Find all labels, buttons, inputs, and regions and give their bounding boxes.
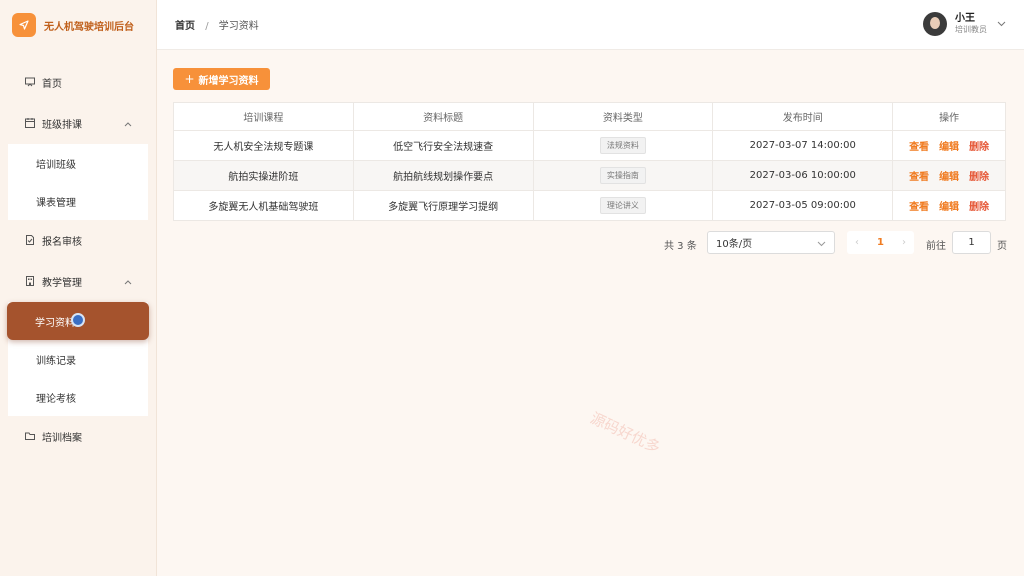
delete-button[interactable]: 删除	[969, 142, 989, 153]
sidebar-subgroup-teaching: 学习资料 训练记录 理论考核	[7, 302, 149, 416]
edit-button[interactable]: 编辑	[939, 202, 959, 213]
view-button[interactable]: 查看	[909, 142, 929, 153]
sidebar-group-teaching[interactable]: 教学管理	[0, 261, 156, 301]
building-icon	[24, 275, 36, 287]
delete-button[interactable]: 删除	[969, 202, 989, 213]
add-material-button[interactable]: + 新增学习资料	[173, 68, 270, 90]
cell-title: 多旋翼飞行原理学习提纲	[352, 190, 534, 221]
sidebar-item-label: 理论考核	[36, 393, 76, 405]
total-count: 共 3 条	[664, 241, 697, 252]
page-navigator: ‹ 1 ›	[847, 231, 914, 254]
pagination: 共 3 条 10条/页 ‹ 1 › 前往 页	[157, 231, 1007, 255]
type-tag: 实操指南	[599, 167, 646, 184]
table-row: 多旋翼无人机基础驾驶班 多旋翼飞行原理学习提纲 理论讲义 2027-03-05 …	[173, 190, 1006, 221]
cell-actions: 查看 编辑 删除	[892, 160, 1006, 191]
sidebar-item-enroll[interactable]: 报名审核	[0, 220, 156, 260]
column-header: 操作	[892, 102, 1006, 131]
prev-page-button[interactable]: ‹	[855, 237, 859, 248]
sidebar-item-label: 报名审核	[42, 236, 82, 248]
top-header: 首页 / 学习资料 小王 培训教员	[157, 0, 1024, 50]
sidebar-item-training-class[interactable]: 培训班级	[8, 144, 148, 182]
breadcrumb-current: 学习资料	[218, 21, 259, 32]
user-menu[interactable]: 小王 培训教员	[923, 12, 1006, 36]
add-material-label: 新增学习资料	[198, 75, 259, 87]
chevron-down-icon	[817, 239, 826, 250]
sidebar-item-label: 首页	[42, 78, 62, 90]
cell-title: 低空飞行安全法规速查	[352, 130, 534, 161]
cursor-indicator	[71, 313, 85, 327]
goto-page-input[interactable]	[952, 231, 991, 254]
sidebar-item-archive[interactable]: 培训档案	[0, 416, 156, 456]
cell-title: 航拍航线规划操作要点	[352, 160, 534, 191]
cell-type: 理论讲义	[532, 190, 714, 221]
page-size-select[interactable]: 10条/页	[707, 231, 835, 254]
goto-label: 前往	[926, 241, 946, 252]
sidebar-item-study-materials[interactable]: 学习资料	[7, 302, 149, 340]
edit-button[interactable]: 编辑	[939, 172, 959, 183]
type-tag: 法规资料	[599, 137, 646, 154]
sidebar-nav: 首页 班级排课 培训班级 课表管理 报名审核 教学管理 学习资料 训练记录 理论…	[0, 62, 156, 456]
page-size-value: 10条/页	[716, 239, 753, 250]
sidebar-item-theory-exam[interactable]: 理论考核	[8, 378, 148, 416]
table-row: 无人机安全法规专题课 低空飞行安全法规速查 法规资料 2027-03-07 14…	[173, 130, 1006, 161]
cell-time: 2027-03-07 14:00:00	[712, 130, 894, 161]
breadcrumb-home[interactable]: 首页	[175, 21, 195, 32]
logo-row: 无人机驾驶培训后台	[0, 0, 156, 50]
chevron-down-icon	[997, 19, 1006, 30]
user-info: 小王 培训教员	[955, 13, 987, 35]
type-tag: 理论讲义	[599, 197, 646, 214]
user-role: 培训教员	[955, 25, 987, 34]
sidebar-group-class[interactable]: 班级排课	[0, 103, 156, 143]
sidebar-item-schedule[interactable]: 课表管理	[8, 182, 148, 220]
page-number-current[interactable]: 1	[877, 237, 884, 248]
sidebar-item-home[interactable]: 首页	[0, 62, 156, 102]
main-content: + 新增学习资料 培训课程 资料标题 资料类型 发布时间 操作 无人机安全法规专…	[157, 50, 1024, 576]
sidebar-group-label: 班级排课	[42, 119, 82, 131]
cell-course: 无人机安全法规专题课	[173, 130, 354, 161]
avatar	[923, 12, 947, 36]
edit-button[interactable]: 编辑	[939, 142, 959, 153]
column-header: 发布时间	[712, 102, 894, 131]
sidebar-item-training-records[interactable]: 训练记录	[8, 340, 148, 378]
cell-actions: 查看 编辑 删除	[892, 130, 1006, 161]
page-suffix: 页	[997, 241, 1007, 252]
view-button[interactable]: 查看	[909, 172, 929, 183]
next-page-button[interactable]: ›	[902, 237, 906, 248]
drone-logo-icon	[12, 13, 36, 37]
view-button[interactable]: 查看	[909, 202, 929, 213]
sidebar-item-label: 培训档案	[42, 432, 82, 444]
user-name: 小王	[955, 13, 975, 24]
sidebar-item-label: 学习资料	[35, 317, 75, 329]
sidebar-subgroup-class: 培训班级 课表管理	[8, 144, 148, 220]
document-check-icon	[24, 234, 36, 246]
table-row: 航拍实操进阶班 航拍航线规划操作要点 实操指南 2027-03-06 10:00…	[173, 160, 1006, 191]
chevron-up-icon	[124, 119, 132, 130]
chevron-up-icon	[124, 277, 132, 288]
sidebar: 无人机驾驶培训后台 首页 班级排课 培训班级 课表管理 报名审核 教学管理 学习…	[0, 0, 157, 576]
sidebar-group-label: 教学管理	[42, 277, 82, 289]
breadcrumb: 首页 / 学习资料	[175, 17, 259, 32]
sidebar-item-label: 培训班级	[36, 159, 76, 171]
column-header: 资料类型	[532, 102, 714, 131]
cell-course: 多旋翼无人机基础驾驶班	[173, 190, 354, 221]
home-icon	[24, 76, 36, 88]
folder-icon	[24, 430, 36, 442]
column-header: 资料标题	[352, 102, 534, 131]
calendar-icon	[24, 117, 36, 129]
sidebar-item-label: 课表管理	[36, 197, 76, 209]
cell-actions: 查看 编辑 删除	[892, 190, 1006, 221]
delete-button[interactable]: 删除	[969, 172, 989, 183]
cell-course: 航拍实操进阶班	[173, 160, 354, 191]
table-header-row: 培训课程 资料标题 资料类型 发布时间 操作	[173, 102, 1006, 131]
column-header: 培训课程	[173, 102, 354, 131]
breadcrumb-separator: /	[205, 21, 209, 32]
cell-time: 2027-03-05 09:00:00	[712, 190, 894, 221]
materials-table: 培训课程 资料标题 资料类型 发布时间 操作 无人机安全法规专题课 低空飞行安全…	[173, 102, 1006, 221]
sidebar-item-label: 训练记录	[36, 355, 76, 367]
plus-icon: +	[184, 72, 195, 86]
app-title: 无人机驾驶培训后台	[44, 21, 134, 33]
cell-type: 法规资料	[532, 130, 714, 161]
cell-type: 实操指南	[532, 160, 714, 191]
cell-time: 2027-03-06 10:00:00	[712, 160, 894, 191]
